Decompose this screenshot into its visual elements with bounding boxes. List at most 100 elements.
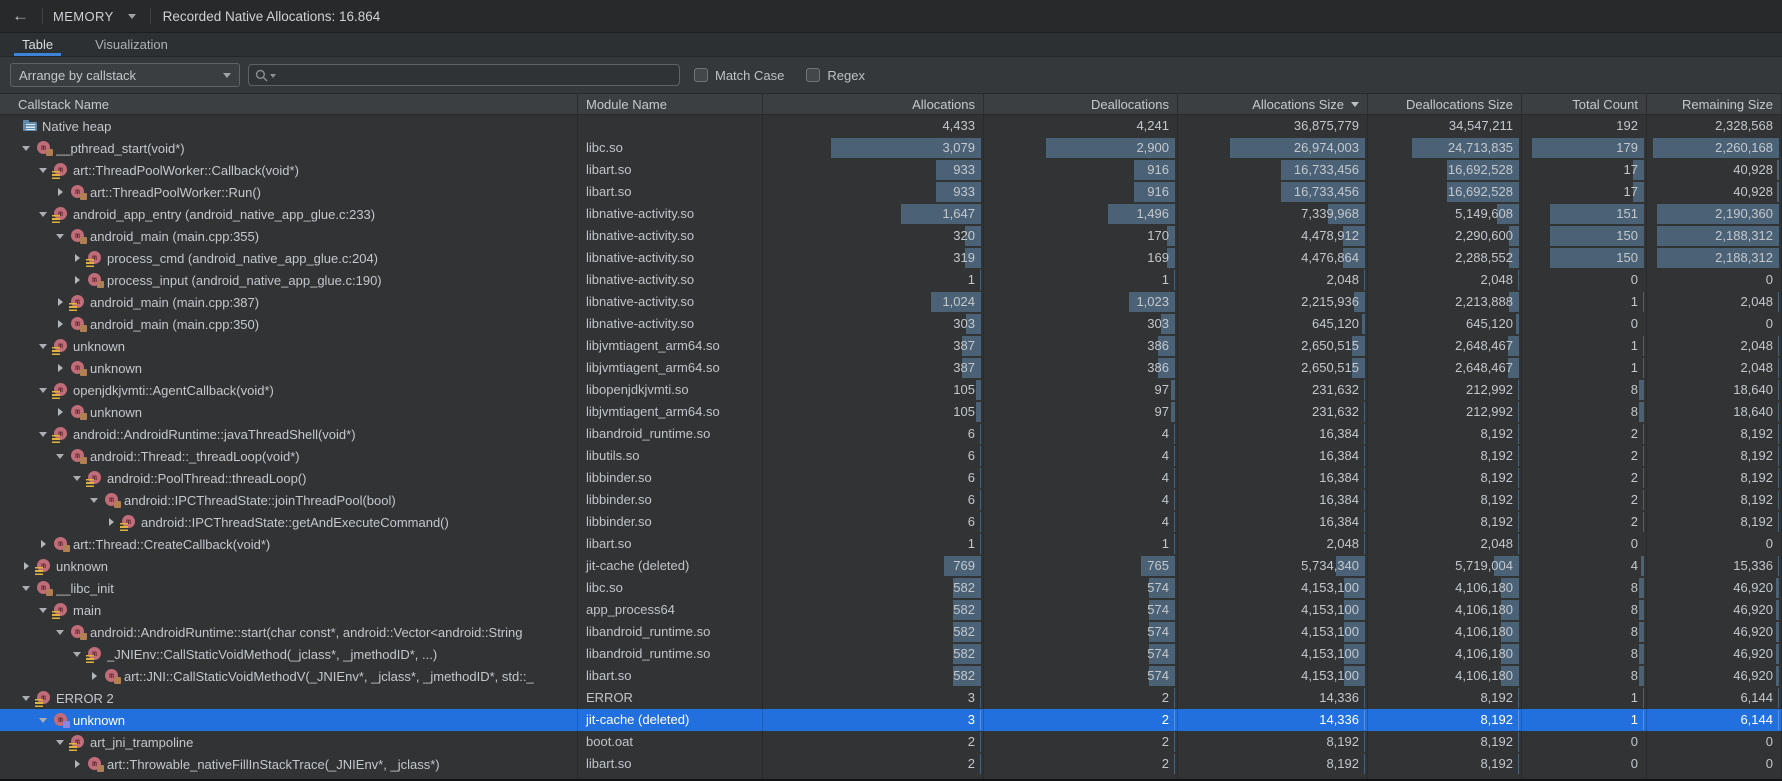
collapse-arrow-icon[interactable] (22, 577, 36, 599)
method-badge-icon (52, 215, 60, 223)
collapse-arrow-icon[interactable] (39, 599, 53, 621)
expand-arrow-icon[interactable] (73, 753, 87, 775)
dealloc-cell: 2 (984, 687, 1178, 709)
collapse-arrow-icon[interactable] (56, 445, 70, 467)
column-header-remaining-size[interactable]: Remaining Size (1647, 94, 1782, 114)
table-row[interactable]: unknownlibjvmtiagent_arm64.so3873862,650… (0, 357, 1782, 379)
expand-arrow-icon[interactable] (56, 357, 70, 379)
callstack-cell: main (0, 599, 578, 621)
collapse-arrow-icon[interactable] (39, 159, 53, 181)
alloc-cell: 582 (763, 621, 984, 643)
column-header-allocations[interactable]: Allocations (763, 94, 984, 114)
expand-arrow-icon[interactable] (107, 511, 121, 533)
tab-visualization[interactable]: Visualization (91, 33, 172, 56)
collapse-arrow-icon[interactable] (90, 489, 104, 511)
collapse-arrow-icon[interactable] (39, 379, 53, 401)
table-row[interactable]: art::Thread::CreateCallback(void*)libart… (0, 533, 1782, 555)
table-row[interactable]: art_jni_trampolineboot.oat228,1928,19200 (0, 731, 1782, 753)
table-row[interactable]: unknownjit-cache (deleted)3214,3368,1921… (0, 709, 1782, 731)
cell-value: 7,339,968 (1301, 203, 1359, 225)
regex-checkbox[interactable] (806, 68, 820, 82)
remaining-cell: 46,920 (1647, 665, 1782, 687)
chevron-down-icon[interactable] (128, 14, 136, 23)
table-row[interactable]: android_app_entry (android_native_app_gl… (0, 203, 1782, 225)
expand-arrow-icon[interactable] (73, 247, 87, 269)
expand-arrow-icon[interactable] (56, 291, 70, 313)
table-row[interactable]: unknownlibjvmtiagent_arm64.so3873862,650… (0, 335, 1782, 357)
table-row[interactable]: __libc_initlibc.so5825744,153,1004,106,1… (0, 577, 1782, 599)
remaining-cell: 2,048 (1647, 291, 1782, 313)
table-row[interactable]: unknownlibjvmtiagent_arm64.so10597231,63… (0, 401, 1782, 423)
expand-arrow-icon[interactable] (56, 401, 70, 423)
table-row[interactable]: android::PoolThread::threadLoop()libbind… (0, 467, 1782, 489)
column-header-callstack-name[interactable]: Callstack Name (0, 94, 578, 114)
table-row[interactable]: _JNIEnv::CallStaticVoidMethod(_jclass*, … (0, 643, 1782, 665)
alloc-cell: 582 (763, 665, 984, 687)
table-row[interactable]: art::JNI::CallStaticVoidMethodV(_JNIEnv*… (0, 665, 1782, 687)
table-row[interactable]: process_input (android_native_app_glue.c… (0, 269, 1782, 291)
search-input[interactable] (282, 68, 673, 83)
collapse-arrow-icon[interactable] (39, 423, 53, 445)
callstack-label: art::Throwable_nativeFillInStackTrace(_J… (107, 757, 440, 772)
column-header-deallocations[interactable]: Deallocations (984, 94, 1178, 114)
collapse-arrow-icon[interactable] (73, 467, 87, 489)
table-row[interactable]: android::Thread::_threadLoop(void*)libut… (0, 445, 1782, 467)
collapse-arrow-icon[interactable] (39, 709, 53, 731)
table-row[interactable]: unknownjit-cache (deleted)7697655,734,34… (0, 555, 1782, 577)
table-row[interactable]: openjdkjvmti::AgentCallback(void*)libope… (0, 379, 1782, 401)
table-row[interactable]: art::Throwable_nativeFillInStackTrace(_J… (0, 753, 1782, 775)
expand-arrow-icon[interactable] (56, 181, 70, 203)
collapse-arrow-icon[interactable] (56, 621, 70, 643)
cell-value: 8,192 (1480, 731, 1513, 753)
expand-arrow-icon[interactable] (39, 533, 53, 555)
native-method-icon (70, 360, 86, 376)
table-row[interactable]: Native heap4,4334,24136,875,77934,547,21… (0, 115, 1782, 137)
native-method-icon (70, 228, 86, 244)
table-row[interactable]: android::IPCThreadState::getAndExecuteCo… (0, 511, 1782, 533)
back-arrow-icon[interactable]: ← (12, 6, 32, 26)
collapse-arrow-icon[interactable] (39, 203, 53, 225)
total-count-cell: 0 (1522, 269, 1647, 291)
table-row[interactable]: __pthread_start(void*)libc.so3,0792,9002… (0, 137, 1782, 159)
collapse-arrow-icon[interactable] (73, 643, 87, 665)
collapse-arrow-icon[interactable] (22, 687, 36, 709)
cell-value: 8,192 (1480, 753, 1513, 775)
column-header-total-count[interactable]: Total Count (1522, 94, 1647, 114)
dealloc-cell: 386 (984, 357, 1178, 379)
table-row[interactable]: mainapp_process645825744,153,1004,106,18… (0, 599, 1782, 621)
cell-value: 8 (1631, 643, 1638, 665)
cell-value: 2,648,467 (1455, 335, 1513, 357)
cell-value: 4,153,100 (1301, 577, 1359, 599)
table-row[interactable]: process_cmd (android_native_app_glue.c:2… (0, 247, 1782, 269)
collapse-arrow-icon[interactable] (22, 137, 36, 159)
collapse-arrow-icon[interactable] (56, 225, 70, 247)
table-row[interactable]: android::AndroidRuntime::start(char cons… (0, 621, 1782, 643)
search-options-caret-icon[interactable] (270, 74, 276, 81)
table-row[interactable]: ERROR 2ERROR3214,3368,19216,144 (0, 687, 1782, 709)
table-row[interactable]: art::ThreadPoolWorker::Run()libart.so933… (0, 181, 1782, 203)
search-field[interactable] (248, 64, 680, 86)
expand-arrow-icon[interactable] (73, 269, 87, 291)
expand-arrow-icon[interactable] (56, 313, 70, 335)
collapse-arrow-icon[interactable] (39, 335, 53, 357)
tab-table[interactable]: Table (18, 33, 57, 56)
expand-arrow-icon[interactable] (90, 665, 104, 687)
column-header-allocations-size[interactable]: Allocations Size (1178, 94, 1368, 114)
cell-value: 34,547,211 (1449, 115, 1513, 137)
table-row[interactable]: android_main (main.cpp:387)libnative-act… (0, 291, 1782, 313)
match-case-checkbox[interactable] (694, 68, 708, 82)
dealloc-size-cell: 2,648,467 (1368, 357, 1522, 379)
column-header-module-name[interactable]: Module Name (578, 94, 763, 114)
column-header-deallocations-size[interactable]: Deallocations Size (1368, 94, 1522, 114)
table-row[interactable]: art::ThreadPoolWorker::Callback(void*)li… (0, 159, 1782, 181)
table-row[interactable]: android_main (main.cpp:355)libnative-act… (0, 225, 1782, 247)
table-row[interactable]: android::AndroidRuntime::javaThreadShell… (0, 423, 1782, 445)
memory-stage-dropdown[interactable]: MEMORY (53, 9, 114, 24)
collapse-arrow-icon[interactable] (56, 731, 70, 753)
callstack-cell: unknown (0, 357, 578, 379)
expand-arrow-icon[interactable] (22, 555, 36, 577)
table-row[interactable]: android::IPCThreadState::joinThreadPool(… (0, 489, 1782, 511)
table-row[interactable]: android_main (main.cpp:350)libnative-act… (0, 313, 1782, 335)
arrange-by-dropdown[interactable]: Arrange by callstack (10, 63, 240, 87)
cell-value: 2,648,467 (1455, 357, 1513, 379)
